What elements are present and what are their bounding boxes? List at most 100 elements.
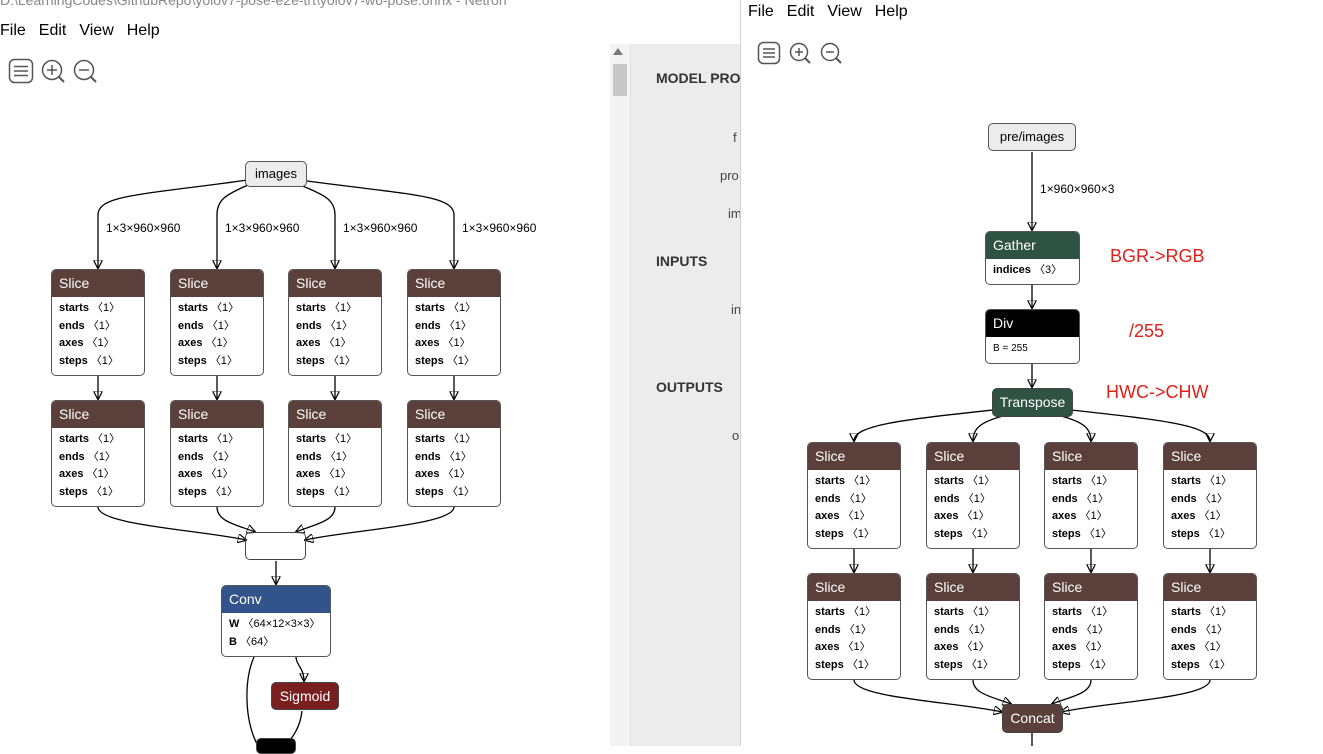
mul-node[interactable] xyxy=(256,738,296,754)
slice-attr: steps 〈1〉 xyxy=(296,354,356,367)
slice-attr: starts 〈1〉 xyxy=(296,433,358,445)
slice-node[interactable]: Slice starts 〈1〉 ends 〈1〉 axes 〈1〉 steps 〈1〉 xyxy=(1044,442,1138,549)
slice-attr: axes 〈1〉 xyxy=(815,641,871,653)
slice-node[interactable]: Slice starts 〈1〉 ends 〈1〉 axes 〈1〉 steps 〈1〉 xyxy=(926,573,1020,680)
slice-node[interactable]: Slice starts 〈1〉 ends 〈1〉 axes 〈1〉 steps 〈1〉 xyxy=(807,573,901,680)
div-node[interactable]: Div B = 255 xyxy=(985,309,1080,364)
annotation-bgr-rgb: BGR->RGB xyxy=(1110,246,1205,266)
slice-attr: starts 〈1〉 xyxy=(415,302,477,314)
slice-node[interactable]: Slice starts 〈1〉 ends 〈1〉 axes 〈1〉 steps 〈1〉 xyxy=(288,400,382,507)
slice-node-header: Slice xyxy=(927,574,1019,601)
slice-node[interactable]: Slice starts 〈1〉 ends 〈1〉 axes 〈1〉 steps 〈1〉 xyxy=(407,400,501,507)
edge-label: 1×3×960×960 xyxy=(462,221,537,235)
slice-attr: steps 〈1〉 xyxy=(934,527,994,540)
slice-attr: ends 〈1〉 xyxy=(178,450,235,463)
slice-attr: axes 〈1〉 xyxy=(415,337,471,349)
slice-node[interactable]: Slice starts 〈1〉 ends 〈1〉 axes 〈1〉 steps 〈1〉 xyxy=(51,269,145,376)
input-node-images[interactable]: images xyxy=(245,161,307,187)
input-node-pre-images[interactable]: pre/images xyxy=(988,123,1076,151)
slice-attr: starts 〈1〉 xyxy=(59,302,121,314)
slice-node[interactable]: Slice starts 〈1〉 ends 〈1〉 axes 〈1〉 steps 〈1〉 xyxy=(1163,573,1257,680)
conv-node[interactable]: Conv W 〈64×12×3×3〉 B 〈64〉 xyxy=(221,585,331,657)
slice-node-header: Slice xyxy=(1045,443,1137,470)
slice-attr: steps 〈1〉 xyxy=(815,527,875,540)
edge-label: 1×960×960×3 xyxy=(1040,182,1115,196)
edge xyxy=(973,415,1004,441)
slice-node[interactable]: Slice starts 〈1〉 ends 〈1〉 axes 〈1〉 steps 〈1〉 xyxy=(170,400,264,507)
slice-node-header: Slice xyxy=(1164,443,1256,470)
concat-node[interactable]: Concat xyxy=(245,532,306,560)
slice-node[interactable]: Slice starts 〈1〉 ends 〈1〉 axes 〈1〉 steps 〈1〉 xyxy=(407,269,501,376)
slice-attr: axes 〈1〉 xyxy=(296,337,352,349)
slice-attr: axes 〈1〉 xyxy=(1171,641,1227,653)
slice-node-header: Slice xyxy=(1164,574,1256,601)
slice-node-header: Slice xyxy=(927,443,1019,470)
slice-attr: steps 〈1〉 xyxy=(415,485,475,498)
slice-node-header: Slice xyxy=(171,270,263,297)
slice-attr: starts 〈1〉 xyxy=(178,302,240,314)
slice-attr: ends 〈1〉 xyxy=(1171,623,1228,636)
slice-attr: steps 〈1〉 xyxy=(296,485,356,498)
edge-label: 1×3×960×960 xyxy=(225,221,300,235)
conv-node-header: Conv xyxy=(222,586,330,613)
slice-attr: starts 〈1〉 xyxy=(1171,475,1233,487)
conv-attr-b: B 〈64〉 xyxy=(229,635,275,648)
slice-attr: ends 〈1〉 xyxy=(1171,492,1228,505)
slice-attr: steps 〈1〉 xyxy=(1052,527,1112,540)
slice-node[interactable]: Slice starts 〈1〉 ends 〈1〉 axes 〈1〉 steps 〈1〉 xyxy=(51,400,145,507)
slice-node-header: Slice xyxy=(808,443,900,470)
edge xyxy=(246,656,259,747)
sigmoid-node[interactable]: Sigmoid xyxy=(271,682,339,710)
slice-attr: starts 〈1〉 xyxy=(934,475,996,487)
slice-attr: starts 〈1〉 xyxy=(1052,606,1114,618)
slice-node-header: Slice xyxy=(52,270,144,297)
slice-node[interactable]: Slice starts 〈1〉 ends 〈1〉 axes 〈1〉 steps 〈1〉 xyxy=(1163,442,1257,549)
slice-attr: starts 〈1〉 xyxy=(296,302,358,314)
slice-attr: axes 〈1〉 xyxy=(934,510,990,522)
slice-node[interactable]: Slice starts 〈1〉 ends 〈1〉 axes 〈1〉 steps 〈1〉 xyxy=(807,442,901,549)
gather-node-header: Gather xyxy=(986,232,1079,259)
slice-attr: axes 〈1〉 xyxy=(815,510,871,522)
slice-attr: starts 〈1〉 xyxy=(815,475,877,487)
slice-attr: ends 〈1〉 xyxy=(815,623,872,636)
edge xyxy=(854,409,994,441)
slice-attr: axes 〈1〉 xyxy=(1052,641,1108,653)
scrollbar[interactable] xyxy=(610,44,631,746)
gather-node[interactable]: Gather indices 〈3〉 xyxy=(985,231,1080,285)
model-properties-heading: MODEL PRO xyxy=(656,70,741,86)
gather-attr-indices: indices 〈3〉 xyxy=(993,264,1063,276)
concat-node[interactable]: Concat xyxy=(1002,704,1063,733)
slice-node-header: Slice xyxy=(408,270,500,297)
edge xyxy=(972,679,1011,704)
slice-node-header: Slice xyxy=(171,401,263,428)
slice-attr: axes 〈1〉 xyxy=(1171,510,1227,522)
edge xyxy=(216,506,255,532)
edge xyxy=(1070,409,1210,441)
output-label: o xyxy=(732,428,740,443)
slice-attr: steps 〈1〉 xyxy=(1171,658,1231,671)
conv-node-attrs: W 〈64×12×3×3〉 B 〈64〉 xyxy=(222,613,330,651)
slice-attr: ends 〈1〉 xyxy=(415,450,472,463)
slice-node-header: Slice xyxy=(1045,574,1137,601)
slice-attr: ends 〈1〉 xyxy=(815,492,872,505)
property-label: f xyxy=(733,130,737,145)
slice-node[interactable]: Slice starts 〈1〉 ends 〈1〉 axes 〈1〉 steps 〈1〉 xyxy=(170,269,264,376)
slice-node-header: Slice xyxy=(52,401,144,428)
property-label: pro xyxy=(720,168,739,183)
slice-node-header: Slice xyxy=(289,401,381,428)
slice-attr: steps 〈1〉 xyxy=(815,658,875,671)
slice-node[interactable]: Slice starts 〈1〉 ends 〈1〉 axes 〈1〉 steps 〈1〉 xyxy=(926,442,1020,549)
right-window: File Edit View Help pre/images 1×960×960… xyxy=(740,0,1323,746)
slice-attr: starts 〈1〉 xyxy=(178,433,240,445)
slice-node[interactable]: Slice starts 〈1〉 ends 〈1〉 axes 〈1〉 steps 〈1〉 xyxy=(1044,573,1138,680)
slice-attr: ends 〈1〉 xyxy=(178,319,235,332)
slice-attr: axes 〈1〉 xyxy=(1052,510,1108,522)
slice-node[interactable]: Slice starts 〈1〉 ends 〈1〉 axes 〈1〉 steps 〈1〉 xyxy=(288,269,382,376)
transpose-node[interactable]: Transpose xyxy=(992,388,1073,417)
slice-node-header: Slice xyxy=(808,574,900,601)
scroll-up-icon[interactable] xyxy=(613,48,623,55)
slice-attr: steps 〈1〉 xyxy=(178,485,238,498)
slice-attr: steps 〈1〉 xyxy=(415,354,475,367)
scroll-thumb[interactable] xyxy=(613,64,627,96)
edge-label: 1×3×960×960 xyxy=(343,221,418,235)
